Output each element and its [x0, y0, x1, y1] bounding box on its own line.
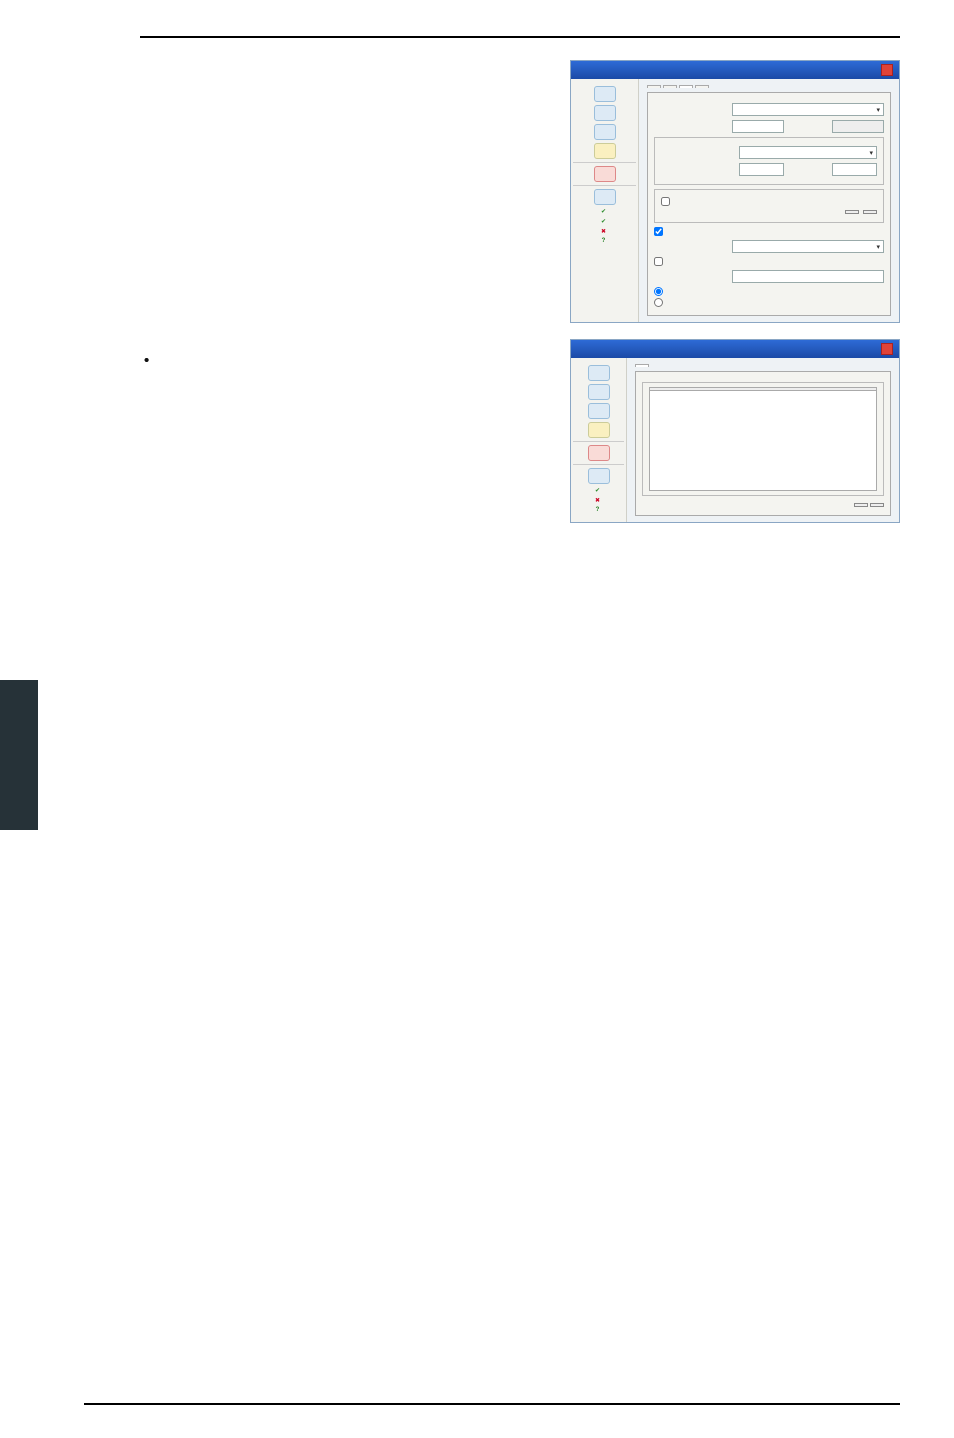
client-cert-fieldset — [654, 189, 884, 223]
protocol-select[interactable] — [739, 146, 877, 159]
select-button — [845, 210, 859, 214]
cert-issuer-select[interactable] — [732, 240, 884, 253]
tab-encryption[interactable] — [663, 85, 677, 88]
sidebar-item-ok[interactable] — [573, 487, 624, 494]
close-icon[interactable] — [881, 64, 893, 76]
dialog-titlebar-2[interactable] — [571, 340, 899, 358]
sidebar-item-apply[interactable] — [573, 208, 636, 215]
networks-table-body[interactable] — [649, 391, 877, 491]
sidebar-item-linkstate[interactable] — [573, 166, 636, 182]
dialog-titlebar[interactable] — [571, 61, 899, 79]
dialog-card-settings-survey — [570, 339, 900, 523]
use-client-cert-checkbox[interactable] — [661, 197, 670, 206]
password-input-disabled — [832, 120, 884, 133]
sidebar-item-status[interactable] — [573, 86, 636, 102]
view-button — [863, 210, 877, 214]
dialog-sidebar — [571, 79, 639, 322]
radio-exact-match[interactable] — [654, 287, 663, 296]
sidebar-item-saveconfig[interactable] — [573, 468, 624, 484]
password-input-2[interactable] — [832, 163, 877, 176]
tab-authentication[interactable] — [679, 85, 693, 88]
sidebar-chapter-tab — [0, 680, 38, 830]
identity-input-2[interactable] — [739, 163, 784, 176]
connect-button — [870, 503, 884, 507]
sidebar-item-status[interactable] — [573, 365, 624, 381]
sidebar-item-linkstate[interactable] — [573, 445, 624, 461]
validate-cert-checkbox[interactable] — [654, 227, 663, 236]
auth-type-select[interactable] — [732, 103, 884, 116]
sidebar-item-about[interactable] — [573, 422, 624, 438]
sidebar-item-cancel[interactable] — [573, 497, 624, 504]
sidebar-item-saveconfig[interactable] — [573, 189, 636, 205]
allow-intermediate-checkbox[interactable] — [654, 257, 663, 266]
sidebar-item-survey[interactable] — [573, 403, 624, 419]
tab-site-survey[interactable] — [635, 364, 649, 367]
tunneled-auth-fieldset — [654, 137, 884, 185]
radio-end-match[interactable] — [654, 298, 663, 307]
identity-input[interactable] — [732, 120, 784, 133]
tab-advanced[interactable] — [695, 85, 709, 88]
sidebar-item-config[interactable] — [573, 105, 636, 121]
sidebar-item-config[interactable] — [573, 384, 624, 400]
server-name-input[interactable] — [732, 270, 884, 283]
sidebar-item-survey[interactable] — [573, 124, 636, 140]
search-button[interactable] — [854, 503, 868, 507]
sidebar-item-help[interactable] — [573, 507, 624, 513]
tab-pane-auth — [647, 92, 891, 316]
dialog-sidebar-2 — [571, 358, 627, 522]
sidebar-item-ok[interactable] — [573, 218, 636, 225]
divider-bottom — [84, 1403, 900, 1405]
tab-basic[interactable] — [647, 85, 661, 88]
tab-pane-survey — [635, 371, 891, 516]
sidebar-item-about[interactable] — [573, 143, 636, 159]
dialog-card-settings-auth — [570, 60, 900, 323]
sidebar-item-help[interactable] — [573, 238, 636, 244]
divider-top — [140, 36, 900, 38]
available-networks-fieldset — [642, 382, 884, 496]
close-icon[interactable] — [881, 343, 893, 355]
sidebar-item-cancel[interactable] — [573, 228, 636, 235]
